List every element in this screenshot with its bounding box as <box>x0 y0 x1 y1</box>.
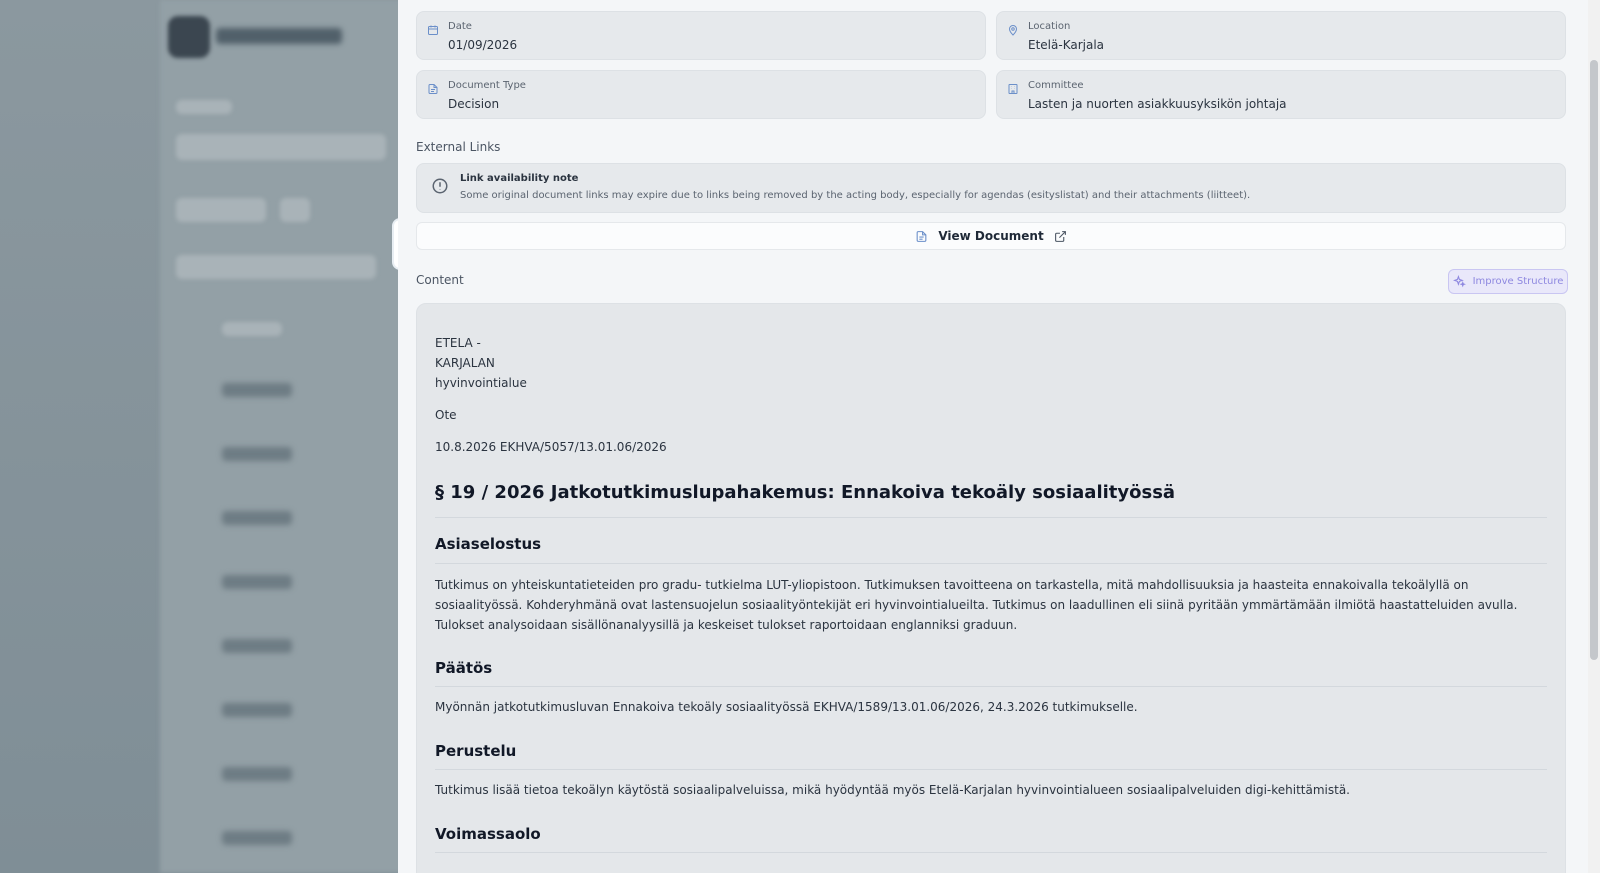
background-row <box>222 703 292 717</box>
location-label: Location <box>1028 21 1071 32</box>
background-filter-button <box>280 198 310 222</box>
background-panel <box>160 0 398 873</box>
file-text-icon <box>428 84 438 94</box>
file-text-icon <box>916 230 927 242</box>
header-line: ETELA - <box>435 336 481 350</box>
document-heading: § 19 / 2026 Jatkotutkimuslupahakemus: En… <box>435 482 1176 503</box>
document-type-card: Document Type Decision <box>416 70 986 119</box>
background-logo-text <box>216 28 342 44</box>
location-card: Location Etelä-Karjala <box>996 11 1566 60</box>
scrollbar-thumb[interactable] <box>1590 60 1598 660</box>
building-icon <box>1008 84 1018 94</box>
section-title-asiaselostus: Asiaselostus <box>435 535 542 553</box>
section-divider <box>435 686 1547 687</box>
map-pin-icon <box>1008 25 1018 36</box>
background-row <box>222 447 292 461</box>
background-row <box>222 639 292 653</box>
link-availability-note: Link availability note Some original doc… <box>416 163 1566 213</box>
calendar-icon <box>428 25 438 35</box>
location-value: Etelä-Karjala <box>1028 38 1105 52</box>
note-text: Some original document links may expire … <box>460 190 1251 201</box>
header-line: KARJALAN <box>435 356 495 370</box>
reference-number: 10.8.2026 EKHVA/5057/13.01.06/2026 <box>435 440 667 454</box>
note-title: Link availability note <box>460 173 579 184</box>
background-row <box>222 767 292 781</box>
date-label: Date <box>448 21 472 32</box>
background-col-header <box>222 322 282 336</box>
info-circle-icon <box>432 178 448 194</box>
document-type-label: Document Type <box>448 80 526 91</box>
sparkles-icon <box>1452 275 1466 288</box>
background-app <box>0 0 398 873</box>
section-text-asiaselostus: Tutkimus on yhteiskuntatieteiden pro gra… <box>435 578 1518 632</box>
ote-label: Ote <box>435 408 457 422</box>
background-row <box>222 383 292 397</box>
background-filter <box>176 198 266 222</box>
external-link-icon <box>1054 230 1066 242</box>
section-title-paatos: Päätös <box>435 659 493 677</box>
background-search <box>176 134 386 160</box>
document-content: ETELA - KARJALAN hyvinvointialue Ote 10.… <box>416 303 1566 873</box>
background-row <box>222 511 292 525</box>
external-links-title: External Links <box>416 140 501 154</box>
section-divider <box>435 769 1547 770</box>
date-value: 01/09/2026 <box>448 38 518 52</box>
view-document-button[interactable]: View Document <box>416 222 1566 250</box>
document-detail-drawer: Date 01/09/2026 Location Etelä-Karjala D… <box>398 0 1600 873</box>
improve-structure-label: Improve Structure <box>1472 276 1564 287</box>
date-card: Date 01/09/2026 <box>416 11 986 60</box>
section-text-paatos: Myönnän jatkotutkimusluvan Ennakoiva tek… <box>435 700 1138 714</box>
section-divider <box>435 852 1547 853</box>
heading-divider <box>435 517 1547 518</box>
committee-label: Committee <box>1028 80 1084 91</box>
drawer-scrollbar[interactable] <box>1588 0 1600 873</box>
section-title-voimassaolo: Voimassaolo <box>435 825 541 843</box>
section-divider <box>435 563 1547 564</box>
improve-structure-button[interactable]: Improve Structure <box>1448 269 1568 294</box>
background-row <box>222 575 292 589</box>
document-type-value: Decision <box>448 97 500 111</box>
background-logo <box>168 16 210 58</box>
committee-value: Lasten ja nuorten asiakkuusyksikön johta… <box>1028 97 1287 111</box>
background-chips <box>176 255 376 279</box>
header-line: hyvinvointialue <box>435 376 527 390</box>
background-tab <box>176 100 232 114</box>
content-title: Content <box>416 273 464 287</box>
view-document-label: View Document <box>938 229 1044 243</box>
section-title-perustelu: Perustelu <box>435 742 517 760</box>
background-row <box>222 831 292 845</box>
section-text-perustelu: Tutkimus lisää tietoa tekoälyn käytöstä … <box>435 783 1350 797</box>
committee-card: Committee Lasten ja nuorten asiakkuusyks… <box>996 70 1566 119</box>
